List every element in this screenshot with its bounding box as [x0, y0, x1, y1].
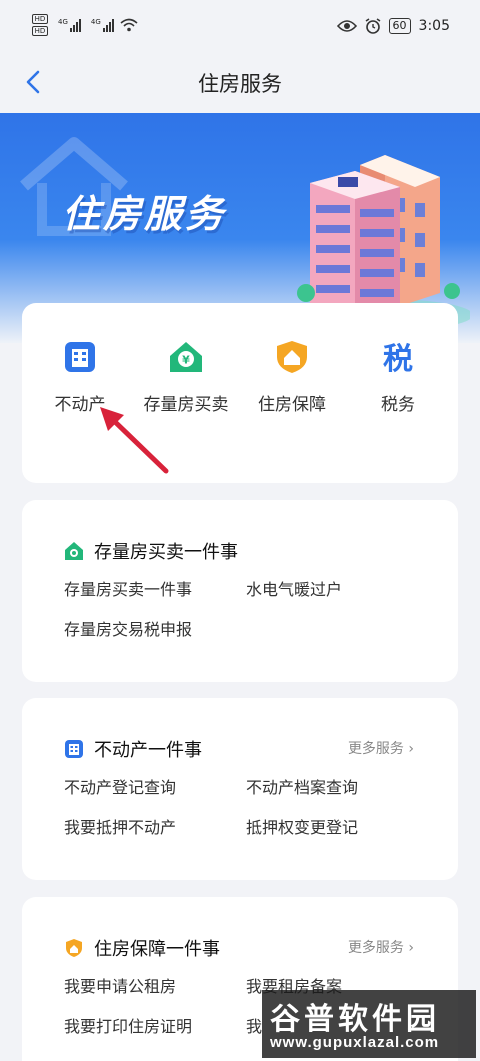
section-title: 存量房买卖一件事 [94, 542, 238, 563]
section-header: 住房保障一件事 [64, 935, 220, 961]
service-tax[interactable]: 税 税务 [348, 339, 448, 417]
annotation-arrow-icon [100, 407, 169, 474]
house-yen-icon: ¥ [170, 342, 202, 372]
service-link[interactable]: 存量房交易税申报 [64, 616, 192, 640]
service-link[interactable]: 水电气暖过户 [246, 576, 342, 600]
tax-icon: 税 [383, 342, 413, 377]
eye-icon [336, 20, 357, 32]
more-label: 更多服务 [347, 741, 404, 757]
watermark: 谷普软件园 www.gupuxlazal.com [262, 990, 476, 1058]
building-icon [65, 740, 83, 758]
page-title: 住房服务 [198, 72, 282, 96]
section-header: 存量房买卖一件事 [64, 538, 238, 564]
chevron-right-icon: › [408, 741, 414, 757]
service-link[interactable]: 存量房买卖一件事 [64, 576, 192, 600]
house-icon [65, 542, 83, 560]
hd-indicators: HD HD [32, 14, 48, 36]
service-link[interactable]: 我要申请公租房 [64, 973, 176, 997]
more-services-link[interactable]: 更多服务 › [348, 738, 414, 758]
service-housing-security[interactable]: 住房保障 [242, 339, 342, 417]
section-header: 不动产一件事 [64, 736, 202, 762]
hd-badge: HD [32, 14, 48, 24]
banner-title: 住房服务 [62, 192, 227, 236]
nav-bar: 住房服务 [0, 56, 480, 112]
chevron-right-icon: › [408, 940, 414, 956]
network-type: 4G [90, 18, 101, 26]
service-link[interactable]: 我要打印住房证明 [64, 1013, 192, 1037]
section-title: 不动产一件事 [94, 740, 202, 761]
signal-icon: 4G [91, 18, 114, 32]
hd-badge: HD [32, 26, 48, 36]
service-grid-card: 不动产 ¥ 存量房买卖 住房保障 税 税务 [22, 303, 458, 483]
status-left: HD HD 4G 4G [32, 14, 138, 36]
signal-icon: 4G [58, 18, 81, 32]
service-label: 税务 [381, 395, 415, 415]
back-chevron-icon[interactable] [20, 68, 48, 96]
section-title: 住房保障一件事 [94, 939, 220, 960]
service-link[interactable]: 抵押权变更登记 [246, 814, 358, 838]
alarm-icon [365, 18, 380, 34]
watermark-title: 谷普软件园 [270, 1002, 440, 1037]
svg-text:¥: ¥ [182, 354, 190, 367]
service-link[interactable]: 我 [246, 1013, 262, 1037]
service-link[interactable]: 我要抵押不动产 [64, 814, 176, 838]
service-link[interactable]: 不动产登记查询 [64, 774, 176, 798]
section-card-resale: 存量房买卖一件事 存量房买卖一件事 水电气暖过户 存量房交易税申报 [22, 500, 458, 682]
more-label: 更多服务 [347, 940, 404, 956]
section-card-real-estate: 不动产一件事 更多服务 › 不动产登记查询 不动产档案查询 我要抵押不动产 抵押… [22, 698, 458, 880]
more-services-link[interactable]: 更多服务 › [348, 937, 414, 957]
clock: 3:05 [418, 18, 450, 34]
status-right: 60 3:05 [336, 18, 450, 34]
service-link[interactable]: 不动产档案查询 [246, 774, 358, 798]
wifi-icon [120, 18, 138, 32]
status-bar: HD HD 4G 4G 60 3:05 [0, 0, 480, 56]
building-icon [65, 342, 95, 372]
shield-icon [66, 939, 82, 957]
svg-text:税: 税 [383, 342, 413, 375]
service-label: 住房保障 [258, 395, 326, 415]
shield-house-icon [277, 341, 307, 373]
battery-icon: 60 [388, 18, 411, 34]
network-type: 4G [58, 18, 68, 26]
watermark-url: www.gupuxlazal.com [270, 1034, 440, 1051]
